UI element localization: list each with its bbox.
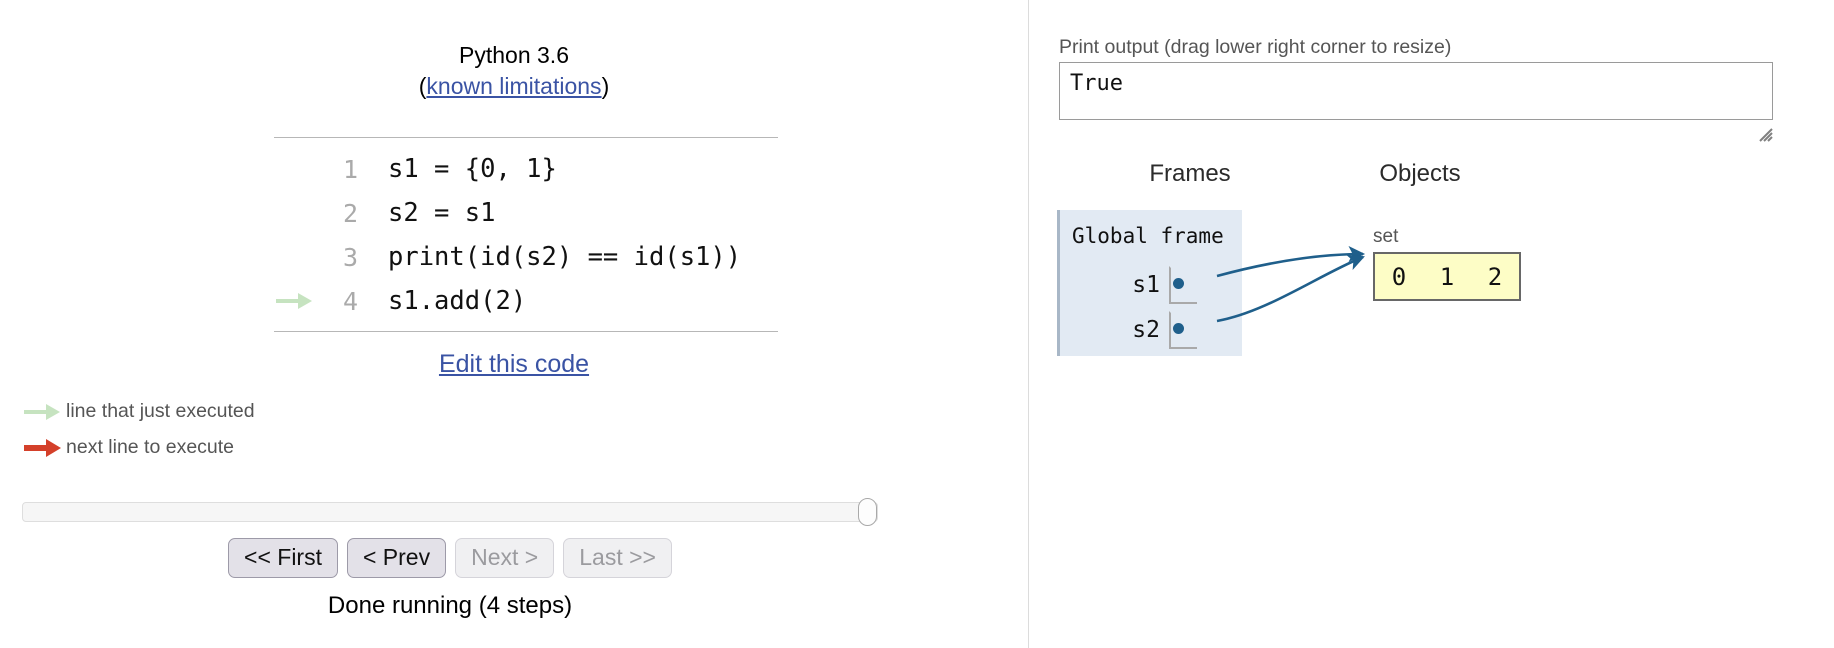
- known-limitations-line: (known limitations): [0, 71, 1028, 102]
- variable-pointer-slot: [1169, 266, 1197, 304]
- print-output-textarea[interactable]: True: [1059, 62, 1773, 120]
- python-version-block: Python 3.6 (known limitations): [0, 40, 1028, 102]
- edit-code-wrapper: Edit this code: [0, 350, 1028, 379]
- legend-label-next-line: next line to execute: [66, 436, 235, 458]
- python-tutor-visualizer: Python 3.6 (known limitations) 1 s1 = {0…: [0, 0, 1834, 648]
- variable-pointer-slot: [1169, 311, 1197, 349]
- objects-heading: Objects: [1379, 160, 1461, 187]
- legend-label-just-executed: line that just executed: [66, 400, 255, 422]
- edit-this-code-link[interactable]: Edit this code: [439, 350, 589, 378]
- variable-row-s1: s1: [1060, 266, 1197, 304]
- line-code: s1 = {0, 1}: [388, 154, 557, 184]
- red-arrow-icon: [24, 438, 66, 458]
- variable-name: s2: [1132, 317, 1160, 343]
- global-frame-box: Global frame s1 s2: [1057, 210, 1242, 356]
- set-element: 0: [1391, 262, 1407, 291]
- set-element: 1: [1439, 262, 1455, 291]
- pointer-dot: [1173, 278, 1184, 289]
- run-status-text: Done running (4 steps): [327, 592, 573, 619]
- prev-button[interactable]: < Prev: [346, 538, 447, 578]
- line-number: 2: [342, 198, 358, 228]
- resize-grip-icon[interactable]: [1757, 126, 1773, 142]
- code-line-3[interactable]: 3 print(id(s2) == id(s1)): [274, 235, 778, 279]
- line-number: 3: [342, 242, 358, 272]
- visualization-panel: Print output (drag lower right corner to…: [1029, 0, 1834, 648]
- frame-title: Global frame: [1072, 224, 1224, 248]
- line-code: s2 = s1: [388, 198, 496, 228]
- code-line-2[interactable]: 2 s2 = s1: [274, 191, 778, 235]
- set-object-box: 0 1 2: [1373, 252, 1521, 301]
- python-version-label: Python 3.6: [459, 42, 569, 68]
- object-type-label: set: [1373, 226, 1399, 247]
- gutter-2: [274, 191, 318, 235]
- green-arrow-icon: [24, 402, 66, 422]
- navigation-buttons: << First < Prev Next > Last >>: [0, 538, 900, 578]
- print-output-label: Print output (drag lower right corner to…: [1059, 36, 1452, 58]
- last-button[interactable]: Last >>: [563, 538, 672, 578]
- just-executed-arrow-icon: [276, 293, 312, 309]
- next-button[interactable]: Next >: [455, 538, 555, 578]
- legend-row-next-line: next line to execute: [24, 432, 524, 463]
- slider-handle[interactable]: [858, 498, 877, 526]
- variable-row-s2: s2: [1060, 311, 1197, 349]
- code-line-list: 1 s1 = {0, 1} 2 s2 = s1 3 print(id(s2) =…: [274, 138, 778, 331]
- step-slider[interactable]: [22, 498, 878, 526]
- gutter-4: [274, 279, 318, 323]
- legend-row-just-executed: line that just executed: [24, 396, 524, 427]
- code-line-4[interactable]: 4 s1.add(2): [274, 279, 778, 323]
- variable-name: s1: [1132, 272, 1160, 298]
- paren-close: ): [601, 73, 610, 99]
- first-button[interactable]: << First: [228, 538, 338, 578]
- set-element: 2: [1487, 262, 1503, 291]
- slider-track[interactable]: [22, 502, 878, 522]
- gutter-1: [274, 147, 318, 191]
- execution-legend: line that just executed next line to exe…: [24, 396, 524, 468]
- line-number: 1: [342, 154, 358, 184]
- pointer-dot: [1173, 323, 1184, 334]
- line-code: print(id(s2) == id(s1)): [388, 242, 742, 272]
- gutter-3: [274, 235, 318, 279]
- code-panel: Python 3.6 (known limitations) 1 s1 = {0…: [0, 0, 1028, 648]
- known-limitations-link[interactable]: known limitations: [426, 73, 601, 99]
- code-line-1[interactable]: 1 s1 = {0, 1}: [274, 147, 778, 191]
- code-display: 1 s1 = {0, 1} 2 s2 = s1 3 print(id(s2) =…: [274, 137, 778, 332]
